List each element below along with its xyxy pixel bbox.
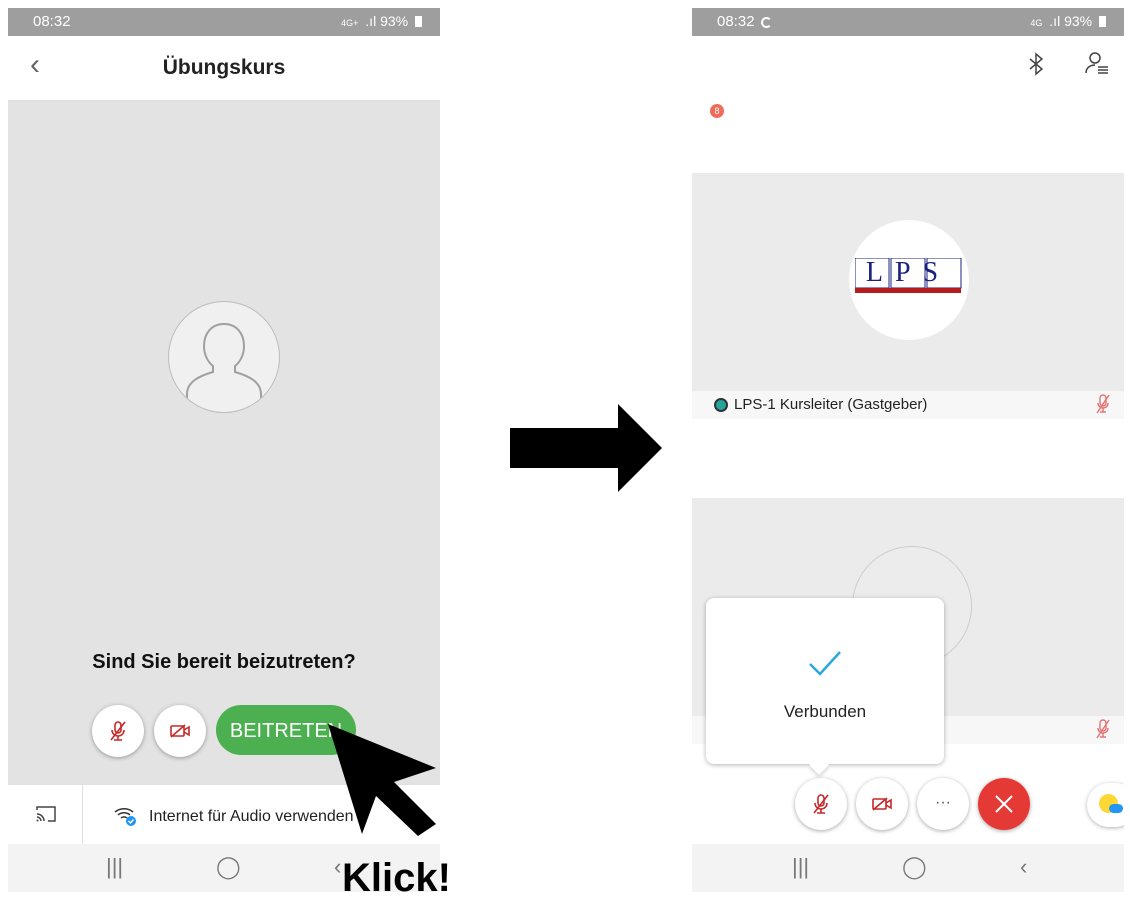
audio-option-label: Internet für Audio verwenden	[149, 808, 354, 825]
back-nav-button[interactable]: ‹	[334, 854, 341, 880]
status-right: 4G+ .ıl 93%	[341, 13, 422, 29]
host-name-bar: LPS-1 Kursleiter (Gastgeber)	[692, 391, 1124, 419]
signal-icon: .ıl	[365, 13, 377, 29]
video-preview: Sind Sie bereit beizutreten? BEITRETEN	[8, 101, 440, 784]
video-off-icon	[170, 724, 190, 738]
home-nav-button[interactable]: ◯	[216, 854, 241, 880]
host-name: LPS-1 Kursleiter (Gastgeber)	[734, 396, 928, 413]
recents-nav-button[interactable]: |||	[792, 854, 809, 880]
video-button[interactable]	[154, 705, 206, 757]
svg-text:LPS: LPS	[866, 258, 950, 288]
battery-icon	[415, 16, 422, 27]
popup-pointer	[809, 755, 829, 775]
signal-icon: .ıl	[1049, 13, 1061, 29]
host-video-tile: LPS	[692, 173, 1124, 391]
close-icon	[995, 795, 1013, 813]
battery-label: 93%	[380, 13, 409, 29]
wifi-audio-icon	[114, 808, 136, 826]
video-button[interactable]	[856, 778, 908, 830]
status-bar: 08:32 4G+ .ıl 93%	[8, 8, 440, 36]
meeting-screen: 08:32 4G .ıl 93% 8 LPS LPS-1 Kursleiter …	[692, 8, 1124, 892]
participants-icon[interactable]	[1084, 50, 1110, 76]
check-icon	[809, 651, 841, 676]
mic-off-icon	[1096, 719, 1110, 739]
status-time: 08:32	[717, 13, 772, 30]
video-off-icon	[872, 797, 892, 811]
header: ‹ Übungskurs	[8, 36, 440, 101]
top-toolbar	[692, 36, 1124, 96]
battery-label: 93%	[1064, 13, 1093, 29]
status-right: 4G .ıl 93%	[1030, 13, 1106, 29]
cast-icon	[36, 806, 56, 822]
network-label: 4G+	[341, 18, 359, 28]
host-status-icon	[714, 398, 728, 412]
network-label: 4G	[1030, 18, 1043, 28]
mute-button[interactable]	[92, 705, 144, 757]
android-navbar: ||| ◯ ‹	[692, 844, 1124, 892]
click-annotation: Klick!	[342, 856, 451, 900]
notification-badge[interactable]: 8	[710, 104, 724, 118]
lps-logo: LPS	[855, 258, 962, 293]
battery-icon	[1099, 16, 1106, 27]
status-time-label: 08:32	[717, 13, 755, 30]
ready-prompt: Sind Sie bereit beizutreten?	[92, 651, 356, 673]
toggle-icon	[1109, 804, 1123, 813]
home-nav-button[interactable]: ◯	[902, 854, 927, 880]
bluetooth-icon[interactable]	[1029, 52, 1043, 76]
status-bar: 08:32 4G .ıl 93%	[692, 8, 1124, 36]
right-arrow-icon	[510, 404, 662, 492]
internet-audio-option[interactable]: Internet für Audio verwenden	[113, 804, 354, 826]
mouse-cursor-icon	[328, 724, 436, 836]
recents-nav-button[interactable]: |||	[106, 854, 123, 880]
page-title: Übungskurs	[162, 56, 286, 79]
sync-icon	[760, 17, 772, 28]
more-icon: ···	[935, 794, 951, 811]
mic-off-icon	[813, 794, 829, 814]
cast-button[interactable]	[8, 785, 83, 845]
mic-off-icon	[1096, 394, 1110, 414]
connected-popup: Verbunden	[706, 598, 944, 775]
mic-off-icon	[110, 721, 126, 741]
person-icon	[186, 322, 262, 412]
host-avatar: LPS	[849, 220, 969, 340]
connected-label: Verbunden	[783, 702, 867, 721]
reaction-button[interactable]	[1087, 783, 1124, 827]
more-options-button[interactable]: ···	[917, 778, 969, 830]
status-time: 08:32	[33, 13, 71, 30]
mute-button[interactable]	[795, 778, 847, 830]
back-nav-button[interactable]: ‹	[1020, 854, 1027, 880]
end-call-button[interactable]	[978, 778, 1030, 830]
avatar	[168, 301, 280, 413]
